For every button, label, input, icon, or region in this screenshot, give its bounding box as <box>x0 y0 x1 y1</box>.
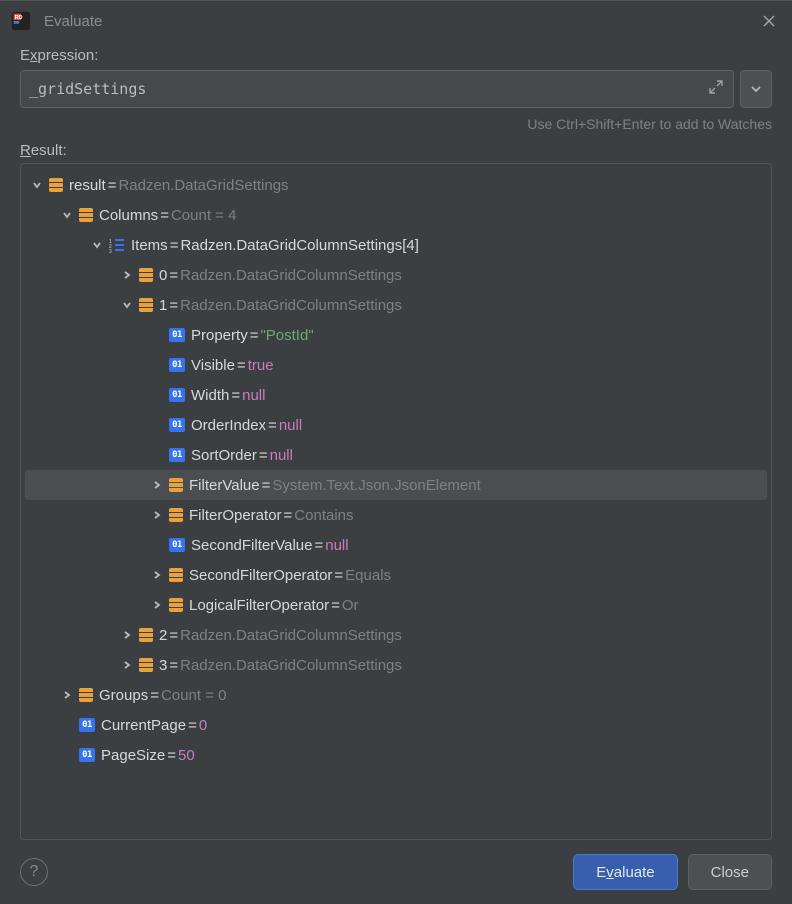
expression-input[interactable]: _gridSettings <box>20 70 734 108</box>
object-icon <box>139 628 153 642</box>
object-icon <box>49 178 63 192</box>
list-icon: 123 <box>109 237 125 253</box>
tree-node-item-2[interactable]: 2 = Radzen.DataGridColumnSettings <box>21 620 771 650</box>
tree-node-orderindex[interactable]: 01 OrderIndex = null <box>21 410 771 440</box>
tree-node-visible[interactable]: 01 Visible = true <box>21 350 771 380</box>
tree-node-property[interactable]: 01 Property = "PostId" <box>21 320 771 350</box>
chevron-down-icon[interactable] <box>29 177 45 193</box>
object-icon <box>139 298 153 312</box>
tree-node-item-0[interactable]: 0 = Radzen.DataGridColumnSettings <box>21 260 771 290</box>
tree-node-sortorder[interactable]: 01 SortOrder = null <box>21 440 771 470</box>
svg-text:RD: RD <box>15 15 23 21</box>
object-icon <box>139 658 153 672</box>
hint-text: Use Ctrl+Shift+Enter to add to Watches <box>20 116 772 132</box>
expression-label: Expression: <box>20 47 772 64</box>
tree-node-groups[interactable]: Groups = Count = 0 <box>21 680 771 710</box>
object-icon <box>139 268 153 282</box>
result-label: Result: <box>20 142 772 159</box>
dialog-footer: ? Evaluate Close <box>0 840 792 904</box>
tree-node-currentpage[interactable]: 01 CurrentPage = 0 <box>21 710 771 740</box>
chevron-right-icon[interactable] <box>149 597 165 613</box>
object-icon <box>79 688 93 702</box>
window-title: Evaluate <box>44 13 760 30</box>
object-icon <box>79 208 93 222</box>
primitive-icon: 01 <box>169 538 185 552</box>
primitive-icon: 01 <box>79 748 95 762</box>
tree-node-filtervalue[interactable]: FilterValue = System.Text.Json.JsonEleme… <box>25 470 767 500</box>
tree-node-width[interactable]: 01 Width = null <box>21 380 771 410</box>
evaluate-dialog: RD Evaluate Expression: _gridSettings Us… <box>0 0 792 904</box>
title-bar: RD Evaluate <box>0 1 792 41</box>
chevron-right-icon[interactable] <box>149 507 165 523</box>
evaluate-button[interactable]: Evaluate <box>573 854 677 890</box>
svg-text:3: 3 <box>109 249 112 253</box>
object-icon <box>169 568 183 582</box>
chevron-down-icon[interactable] <box>89 237 105 253</box>
tree-node-items[interactable]: 123 Items = Radzen.DataGridColumnSetting… <box>21 230 771 260</box>
tree-node-pagesize[interactable]: 01 PageSize = 50 <box>21 740 771 770</box>
chevron-right-icon[interactable] <box>149 567 165 583</box>
chevron-down-icon[interactable] <box>59 207 75 223</box>
app-logo-icon: RD <box>10 10 32 32</box>
chevron-right-icon[interactable] <box>119 657 135 673</box>
close-icon[interactable] <box>760 12 778 30</box>
tree-node-logicalfilteroperator[interactable]: LogicalFilterOperator = Or <box>21 590 771 620</box>
tree-node-filteroperator[interactable]: FilterOperator = Contains <box>21 500 771 530</box>
chevron-right-icon[interactable] <box>59 687 75 703</box>
object-icon <box>169 598 183 612</box>
chevron-right-icon[interactable] <box>119 627 135 643</box>
chevron-right-icon[interactable] <box>119 267 135 283</box>
result-tree[interactable]: result = Radzen.DataGridSettings Columns… <box>20 163 772 840</box>
tree-node-columns[interactable]: Columns = Count = 4 <box>21 200 771 230</box>
object-icon <box>169 508 183 522</box>
tree-node-item-3[interactable]: 3 = Radzen.DataGridColumnSettings <box>21 650 771 680</box>
primitive-icon: 01 <box>169 418 185 432</box>
tree-node-result[interactable]: result = Radzen.DataGridSettings <box>21 170 771 200</box>
primitive-icon: 01 <box>169 328 185 342</box>
chevron-down-icon[interactable] <box>119 297 135 313</box>
expression-history-dropdown[interactable] <box>740 70 772 108</box>
primitive-icon: 01 <box>169 448 185 462</box>
tree-node-item-1[interactable]: 1 = Radzen.DataGridColumnSettings <box>21 290 771 320</box>
primitive-icon: 01 <box>169 388 185 402</box>
chevron-right-icon[interactable] <box>149 477 165 493</box>
close-button[interactable]: Close <box>688 854 772 890</box>
expression-value: _gridSettings <box>29 80 146 98</box>
primitive-icon: 01 <box>169 358 185 372</box>
primitive-icon: 01 <box>79 718 95 732</box>
tree-node-secondfilteroperator[interactable]: SecondFilterOperator = Equals <box>21 560 771 590</box>
expand-icon[interactable] <box>709 80 723 98</box>
tree-node-secondfiltervalue[interactable]: 01 SecondFilterValue = null <box>21 530 771 560</box>
help-icon[interactable]: ? <box>20 858 48 886</box>
object-icon <box>169 478 183 492</box>
